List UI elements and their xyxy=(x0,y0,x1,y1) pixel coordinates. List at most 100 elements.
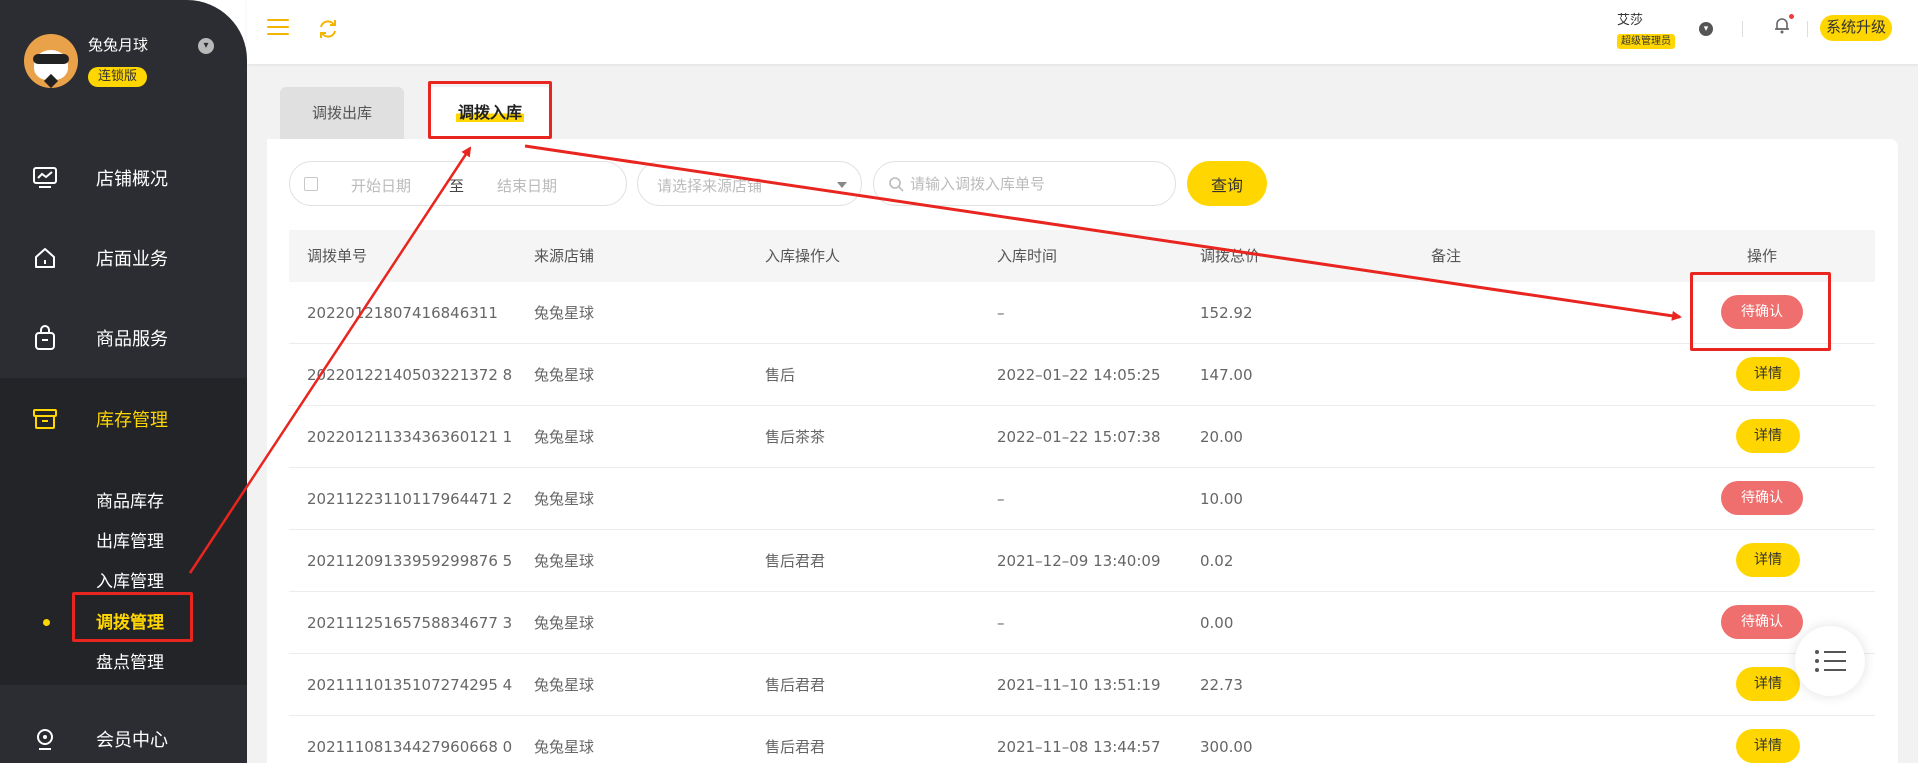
cell-transfer-no: 20220121807416846311 xyxy=(307,304,498,322)
brand-area: 兔兔月球 连锁版 ▾ xyxy=(0,0,247,123)
cell-operator: 售后茶茶 xyxy=(765,428,826,446)
table-row: 20220122140503221372 8 兔兔星球 售后 2022–01–22 1… xyxy=(289,344,1875,406)
chevron-down-icon[interactable]: ▾ xyxy=(198,38,214,54)
cell-operator: 售后君君 xyxy=(765,738,826,756)
nav-label: 会员中心 xyxy=(96,730,168,751)
cell-inbound-time: 2021–11–08 13:44:57 xyxy=(997,738,1161,756)
table-row: 20211125165758834677 3 兔兔星球 – 0.00 待确认 xyxy=(289,592,1875,654)
cell-total-price: 22.73 xyxy=(1200,676,1243,694)
active-dot xyxy=(43,619,50,626)
sidebar: 兔兔月球 连锁版 ▾ 店铺概况 店面业务 商品服务 库存管理 商品库存 出库管理… xyxy=(0,0,247,763)
table-row: 20220121807416846311 兔兔星球 –152.92 待确认 xyxy=(289,282,1875,344)
date-separator: 至 xyxy=(449,177,465,195)
cell-total-price: 147.00 xyxy=(1200,366,1253,384)
nav-item-overview[interactable]: 店铺概况 xyxy=(0,148,247,208)
transfer-no-search[interactable] xyxy=(873,161,1176,206)
bag-icon xyxy=(30,323,60,353)
cell-transfer-no: 20211125165758834677 3 xyxy=(307,614,513,632)
calendar-icon xyxy=(304,177,318,191)
cell-inbound-time: 2021–12–09 13:40:09 xyxy=(997,552,1161,570)
menu-icon[interactable] xyxy=(267,19,289,37)
end-date-field[interactable]: 结束日期 xyxy=(497,175,557,196)
cell-total-price: 0.00 xyxy=(1200,614,1234,632)
annotation-box-action xyxy=(1690,272,1831,351)
table-row: 20211209133959299876 5 兔兔星球 售后君君 2021–12–09… xyxy=(289,530,1875,592)
table-row: 20220121133436360121 1 兔兔星球 售后茶茶 2022–01–22… xyxy=(289,406,1875,468)
cell-source-store: 兔兔星球 xyxy=(534,366,595,384)
divider xyxy=(1742,21,1743,37)
cell-total-price: 152.92 xyxy=(1200,304,1253,322)
cell-inbound-time: – xyxy=(997,304,1005,322)
nav-item-inventory[interactable]: 库存管理 xyxy=(0,378,247,460)
cell-source-store: 兔兔星球 xyxy=(534,490,595,508)
detail-button[interactable]: 详情 xyxy=(1736,357,1800,391)
table-row: 20211108134427960668 0 兔兔星球 售后君君 2021–11–08… xyxy=(289,716,1875,763)
cell-inbound-time: – xyxy=(997,614,1005,632)
nav-label: 商品服务 xyxy=(96,329,168,350)
confirm-pending-button[interactable]: 待确认 xyxy=(1721,605,1803,639)
list-menu-button[interactable] xyxy=(1795,626,1865,696)
cell-inbound-time: 2022–01–22 14:05:25 xyxy=(997,366,1161,384)
column-header: 来源店铺 xyxy=(534,247,595,265)
confirm-pending-button[interactable]: 待确认 xyxy=(1721,481,1803,515)
sub-nav-item-stocktake[interactable]: 盘点管理 xyxy=(96,648,164,673)
start-date-field[interactable]: 开始日期 xyxy=(351,175,411,196)
sub-nav-item-inbound[interactable]: 入库管理 xyxy=(96,567,164,592)
dashboard-icon xyxy=(30,163,60,193)
cell-operator: 售后 xyxy=(765,366,796,384)
detail-button[interactable]: 详情 xyxy=(1736,543,1800,577)
search-input[interactable] xyxy=(910,172,1160,196)
caret-down-icon xyxy=(837,182,847,188)
select-placeholder: 请选择来源店铺 xyxy=(657,177,763,195)
nav-label: 店铺概况 xyxy=(96,169,168,190)
cell-inbound-time: 2022–01–22 15:07:38 xyxy=(997,428,1161,446)
cell-source-store: 兔兔星球 xyxy=(534,738,595,756)
tab-transfer-out[interactable]: 调拨出库 xyxy=(280,87,404,139)
cell-transfer-no: 20211110135107274295 4 xyxy=(307,676,513,694)
cell-operator: 售后君君 xyxy=(765,552,826,570)
detail-button[interactable]: 详情 xyxy=(1736,419,1800,453)
nav-item-goods-service[interactable]: 商品服务 xyxy=(0,308,247,368)
home-icon xyxy=(30,243,60,273)
user-role-badge: 超级管理员 xyxy=(1617,34,1675,49)
cell-transfer-no: 20220122140503221372 8 xyxy=(307,366,513,384)
refresh-icon[interactable] xyxy=(317,18,339,40)
sub-nav-item-outbound[interactable]: 出库管理 xyxy=(96,527,164,552)
cell-total-price: 10.00 xyxy=(1200,490,1243,508)
sub-nav-item-stock[interactable]: 商品库存 xyxy=(96,487,164,512)
cell-total-price: 0.02 xyxy=(1200,552,1234,570)
column-header: 调拨单号 xyxy=(307,247,368,265)
inventory-icon xyxy=(30,404,60,434)
nav-item-store-business[interactable]: 店面业务 xyxy=(0,228,247,288)
cell-total-price: 20.00 xyxy=(1200,428,1243,446)
table-row: 20211223110117964471 2 兔兔星球 – 10.00 待确认 xyxy=(289,468,1875,530)
member-icon xyxy=(30,724,60,754)
table-header: 调拨单号 来源店铺 入库操作人 入库时间 调拨总价 备注 操作 xyxy=(289,230,1875,282)
detail-button[interactable]: 详情 xyxy=(1736,729,1800,763)
chevron-down-icon[interactable]: ▾ xyxy=(1699,22,1713,36)
cell-source-store: 兔兔星球 xyxy=(534,552,595,570)
detail-button[interactable]: 详情 xyxy=(1736,667,1800,701)
query-button[interactable]: 查询 xyxy=(1187,161,1267,206)
cell-transfer-no: 20211108134427960668 0 xyxy=(307,738,513,756)
cell-source-store: 兔兔星球 xyxy=(534,304,595,322)
avatar[interactable] xyxy=(24,34,78,88)
cell-inbound-time: – xyxy=(997,490,1005,508)
column-header: 入库操作人 xyxy=(765,247,841,265)
cell-transfer-no: 20211209133959299876 5 xyxy=(307,552,513,570)
column-header: 入库时间 xyxy=(997,247,1058,265)
upgrade-button[interactable]: 系统升级 xyxy=(1820,15,1893,41)
store-name: 兔兔月球 xyxy=(88,36,149,54)
source-store-select[interactable]: 请选择来源店铺 xyxy=(637,161,862,206)
divider xyxy=(1807,21,1808,37)
bell-icon[interactable] xyxy=(1773,16,1791,34)
search-icon xyxy=(889,177,904,192)
annotation-box-tab xyxy=(428,81,552,139)
nav-item-member[interactable]: 会员中心 xyxy=(0,709,247,763)
top-bar: 艾莎 超级管理员 ▾ 系统升级 xyxy=(247,0,1918,64)
table-row: 20211110135107274295 4 兔兔星球 售后君君 2021–11–10… xyxy=(289,654,1875,716)
cell-source-store: 兔兔星球 xyxy=(534,428,595,446)
column-header: 调拨总价 xyxy=(1200,247,1261,265)
date-range-picker[interactable]: 开始日期 至 结束日期 xyxy=(289,161,627,206)
cell-transfer-no: 20211223110117964471 2 xyxy=(307,490,513,508)
